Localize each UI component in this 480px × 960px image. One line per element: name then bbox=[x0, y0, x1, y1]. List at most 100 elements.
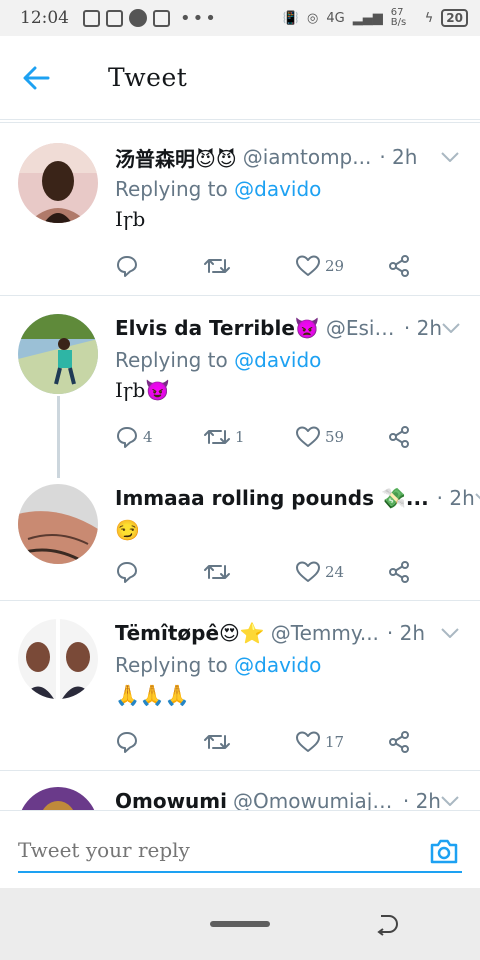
network-speed: 67 B/s bbox=[390, 7, 407, 28]
reply-button[interactable] bbox=[115, 730, 203, 754]
like-count: 17 bbox=[325, 733, 345, 751]
tweet-author-name[interactable]: Elvis da Terrible👿 bbox=[115, 316, 320, 340]
app-header: Tweet bbox=[0, 36, 480, 120]
heart-icon bbox=[296, 731, 320, 752]
avatar[interactable] bbox=[18, 484, 98, 564]
share-button[interactable] bbox=[387, 425, 411, 449]
like-button[interactable]: 17 bbox=[295, 730, 387, 754]
battery-icon: 20 bbox=[441, 9, 468, 27]
replying-to: Replying to @davido bbox=[115, 177, 460, 201]
share-button[interactable] bbox=[387, 560, 411, 584]
tweet-author-name[interactable]: Immaaa rolling pounds 💸... bbox=[115, 486, 429, 510]
back-button[interactable] bbox=[22, 58, 82, 98]
like-button[interactable]: 59 bbox=[295, 425, 387, 449]
tweet-thread[interactable]: Elvis da Terrible👿 @Esik... · 2h Replyin… bbox=[0, 296, 480, 601]
app-notification-icon bbox=[106, 9, 123, 27]
retweet-button[interactable]: 1 bbox=[203, 425, 295, 449]
tweet-menu-button[interactable] bbox=[440, 623, 460, 643]
retweet-icon bbox=[204, 430, 230, 444]
retweet-button[interactable] bbox=[203, 730, 295, 754]
tweet-menu-button[interactable] bbox=[475, 488, 480, 508]
camera-button[interactable] bbox=[428, 835, 460, 867]
tweet-actions: 17 bbox=[115, 727, 435, 757]
tweet-item[interactable]: 汤普森明😈😈 @iamtomp... · 2h Replying to @dav… bbox=[0, 123, 480, 296]
retweet-icon bbox=[204, 735, 230, 749]
avatar[interactable] bbox=[18, 619, 98, 699]
tweet-author-handle[interactable]: @Esik... bbox=[326, 316, 396, 340]
chevron-down-icon bbox=[442, 323, 460, 333]
retweet-button[interactable] bbox=[203, 560, 295, 584]
system-back-button[interactable] bbox=[375, 912, 399, 936]
home-gesture-bar[interactable] bbox=[210, 921, 270, 927]
thread-connector bbox=[57, 396, 60, 478]
reply-button[interactable]: 4 bbox=[115, 425, 203, 449]
tweet-menu-button[interactable] bbox=[440, 147, 460, 167]
tweet-author-handle[interactable]: @Omowumiajo... bbox=[233, 789, 395, 810]
reply-button[interactable] bbox=[115, 254, 203, 278]
mention-link[interactable]: @davido bbox=[234, 653, 321, 677]
replies-feed[interactable]: 汤普森明😈😈 @iamtomp... · 2h Replying to @dav… bbox=[0, 122, 480, 810]
avatar[interactable] bbox=[18, 143, 98, 223]
calendar-notification-icon bbox=[153, 9, 170, 27]
chevron-down-icon bbox=[441, 796, 460, 806]
back-gesture-icon bbox=[377, 915, 398, 936]
system-nav-bar bbox=[0, 888, 480, 960]
retweet-count: 1 bbox=[235, 428, 245, 446]
like-button[interactable]: 24 bbox=[295, 560, 387, 584]
mention-link[interactable]: @davido bbox=[234, 177, 321, 201]
replying-to-label: Replying to bbox=[115, 348, 228, 372]
retweet-button[interactable] bbox=[203, 254, 295, 278]
tweet-item[interactable]: Tëmîtøpê😍⭐ @Temmy... · 2h Replying to @d… bbox=[0, 601, 480, 771]
tweet-text: 😏 bbox=[115, 518, 140, 542]
share-button[interactable] bbox=[387, 254, 411, 278]
reply-icon bbox=[117, 256, 137, 277]
status-bar: 12:04 ••• 📳 ◎ 4G ▂▄▆ 67 B/s ϟ 20 bbox=[0, 0, 480, 36]
replying-to-label: Replying to bbox=[115, 653, 228, 677]
back-arrow-icon bbox=[23, 66, 50, 89]
heart-icon bbox=[296, 255, 320, 276]
reply-count: 4 bbox=[143, 428, 153, 446]
reply-icon bbox=[117, 732, 137, 753]
mention-link[interactable]: @davido bbox=[234, 348, 321, 372]
more-notifications-icon: ••• bbox=[180, 7, 218, 29]
share-icon bbox=[389, 731, 409, 753]
tweet-text: Iꞅb bbox=[115, 207, 146, 231]
reply-button[interactable] bbox=[115, 560, 203, 584]
replying-to: Replying to @davido bbox=[115, 348, 460, 372]
reply-icon bbox=[117, 427, 137, 448]
tweet-menu-button[interactable] bbox=[442, 318, 460, 338]
avatar[interactable] bbox=[18, 314, 98, 394]
chevron-down-icon bbox=[441, 152, 459, 162]
tweet-actions: 4 1 59 bbox=[115, 422, 435, 452]
share-icon bbox=[389, 255, 409, 277]
tweet-menu-button[interactable] bbox=[441, 791, 460, 810]
tweet-author-name[interactable]: Omowumi bbox=[115, 789, 227, 810]
page-title: Tweet bbox=[108, 63, 188, 92]
like-button[interactable]: 29 bbox=[295, 254, 387, 278]
like-count: 29 bbox=[325, 257, 345, 275]
tweet-actions: 24 bbox=[115, 557, 435, 587]
tweet-time: · 2h bbox=[386, 621, 426, 645]
share-button[interactable] bbox=[387, 730, 411, 754]
reply-input[interactable] bbox=[18, 829, 462, 873]
retweet-icon bbox=[204, 565, 230, 579]
status-time: 12:04 bbox=[20, 8, 69, 28]
tweet-author-name[interactable]: 汤普森明😈😈 bbox=[115, 143, 237, 172]
hotspot-icon: ◎ bbox=[307, 10, 319, 26]
avatar[interactable] bbox=[18, 787, 98, 810]
like-count: 59 bbox=[325, 428, 345, 446]
tweet-author-handle[interactable]: @iamtomp... bbox=[243, 145, 372, 169]
replying-to: Replying to @davido bbox=[115, 653, 460, 677]
signal-icon: ▂▄▆ bbox=[352, 10, 383, 26]
charging-icon: ϟ bbox=[424, 10, 434, 26]
tweet-item[interactable]: Omowumi @Omowumiajo... · 2h bbox=[0, 771, 480, 810]
tweet-text: Iꞅb😈 bbox=[115, 378, 171, 402]
replying-to-label: Replying to bbox=[115, 177, 228, 201]
tweet-actions: 29 bbox=[115, 251, 435, 281]
reply-composer bbox=[0, 810, 480, 888]
heart-icon bbox=[296, 426, 320, 447]
tweet-author-name[interactable]: Tëmîtøpê😍⭐ bbox=[115, 621, 265, 645]
tweet-time: · 2h bbox=[436, 486, 475, 510]
tweet-time: · 2h bbox=[402, 789, 441, 810]
tweet-author-handle[interactable]: @Temmy... bbox=[271, 621, 379, 645]
